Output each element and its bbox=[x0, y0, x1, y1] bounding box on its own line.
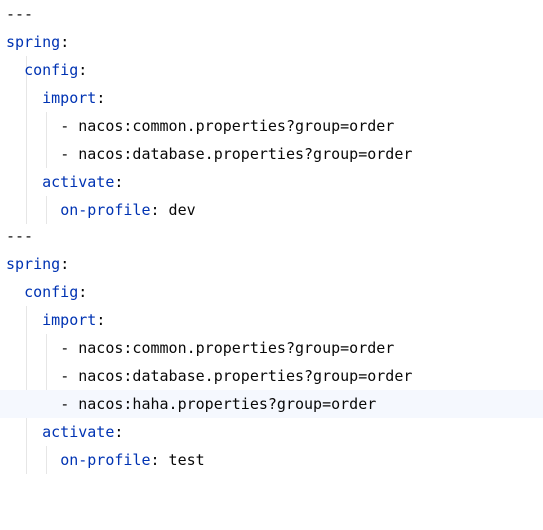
code-line-separator[interactable]: --- bbox=[0, 0, 543, 28]
yaml-dash: - bbox=[60, 145, 79, 163]
yaml-dash: - bbox=[60, 367, 79, 385]
code-line-spring[interactable]: spring: bbox=[0, 250, 543, 278]
yaml-value: nacos:common.properties?group=order bbox=[78, 339, 395, 357]
yaml-colon: : bbox=[114, 173, 124, 191]
yaml-value: nacos:common.properties?group=order bbox=[78, 117, 395, 135]
yaml-colon: : bbox=[78, 61, 88, 79]
code-line-import-item[interactable]: - nacos:database.properties?group=order bbox=[0, 140, 543, 168]
code-line-import-item[interactable]: - nacos:database.properties?group=order bbox=[0, 362, 543, 416]
yaml-key: config bbox=[24, 61, 79, 79]
yaml-colon: : bbox=[60, 33, 70, 51]
yaml-dash: - bbox=[60, 395, 79, 413]
yaml-value: test bbox=[159, 451, 205, 469]
code-line-config[interactable]: config: bbox=[0, 278, 543, 306]
code-line-import-item[interactable]: - nacos:common.properties?group=order bbox=[0, 334, 543, 362]
document-separator: --- bbox=[6, 5, 34, 23]
yaml-key: config bbox=[24, 283, 79, 301]
yaml-colon: : bbox=[150, 201, 160, 219]
yaml-colon: : bbox=[78, 283, 88, 301]
yaml-key: import bbox=[42, 311, 97, 329]
yaml-colon: : bbox=[96, 89, 106, 107]
yaml-value: dev bbox=[159, 201, 196, 219]
code-line-spring[interactable]: spring: bbox=[0, 28, 543, 56]
yaml-dash: - bbox=[60, 339, 79, 357]
yaml-colon: : bbox=[60, 255, 70, 273]
yaml-key: import bbox=[42, 89, 97, 107]
yaml-key: activate bbox=[42, 173, 115, 191]
code-line-on-profile[interactable]: on-profile: test bbox=[0, 446, 543, 474]
yaml-colon: : bbox=[114, 423, 124, 441]
yaml-colon: : bbox=[96, 311, 106, 329]
code-line-import[interactable]: import: bbox=[0, 306, 543, 334]
yaml-key: activate bbox=[42, 423, 115, 441]
code-line-config[interactable]: config: bbox=[0, 56, 543, 84]
yaml-value: nacos:database.properties?group=order bbox=[78, 367, 413, 385]
code-line-activate[interactable]: activate: bbox=[0, 418, 543, 446]
yaml-colon: : bbox=[150, 451, 160, 469]
document-separator: --- bbox=[6, 227, 34, 245]
code-line-import-item[interactable]: - nacos:common.properties?group=order bbox=[0, 112, 543, 140]
yaml-dash: - bbox=[60, 117, 79, 135]
yaml-key: on-profile bbox=[60, 201, 151, 219]
yaml-key: on-profile bbox=[60, 451, 151, 469]
code-line-activate[interactable]: activate: bbox=[0, 168, 543, 196]
code-line-separator[interactable]: --- bbox=[0, 222, 543, 250]
code-line-import[interactable]: import: bbox=[0, 84, 543, 112]
yaml-value: nacos:database.properties?group=order bbox=[78, 145, 413, 163]
yaml-key: spring bbox=[6, 255, 61, 273]
code-editor[interactable]: --- spring: config: import: - nacos:comm… bbox=[0, 0, 543, 488]
code-line-import-item-current[interactable]: - nacos:haha.properties?group=order bbox=[0, 390, 543, 418]
yaml-value: nacos:haha.properties?group=order bbox=[78, 395, 377, 413]
yaml-key: spring bbox=[6, 33, 61, 51]
code-line-on-profile[interactable]: on-profile: dev bbox=[0, 196, 543, 224]
